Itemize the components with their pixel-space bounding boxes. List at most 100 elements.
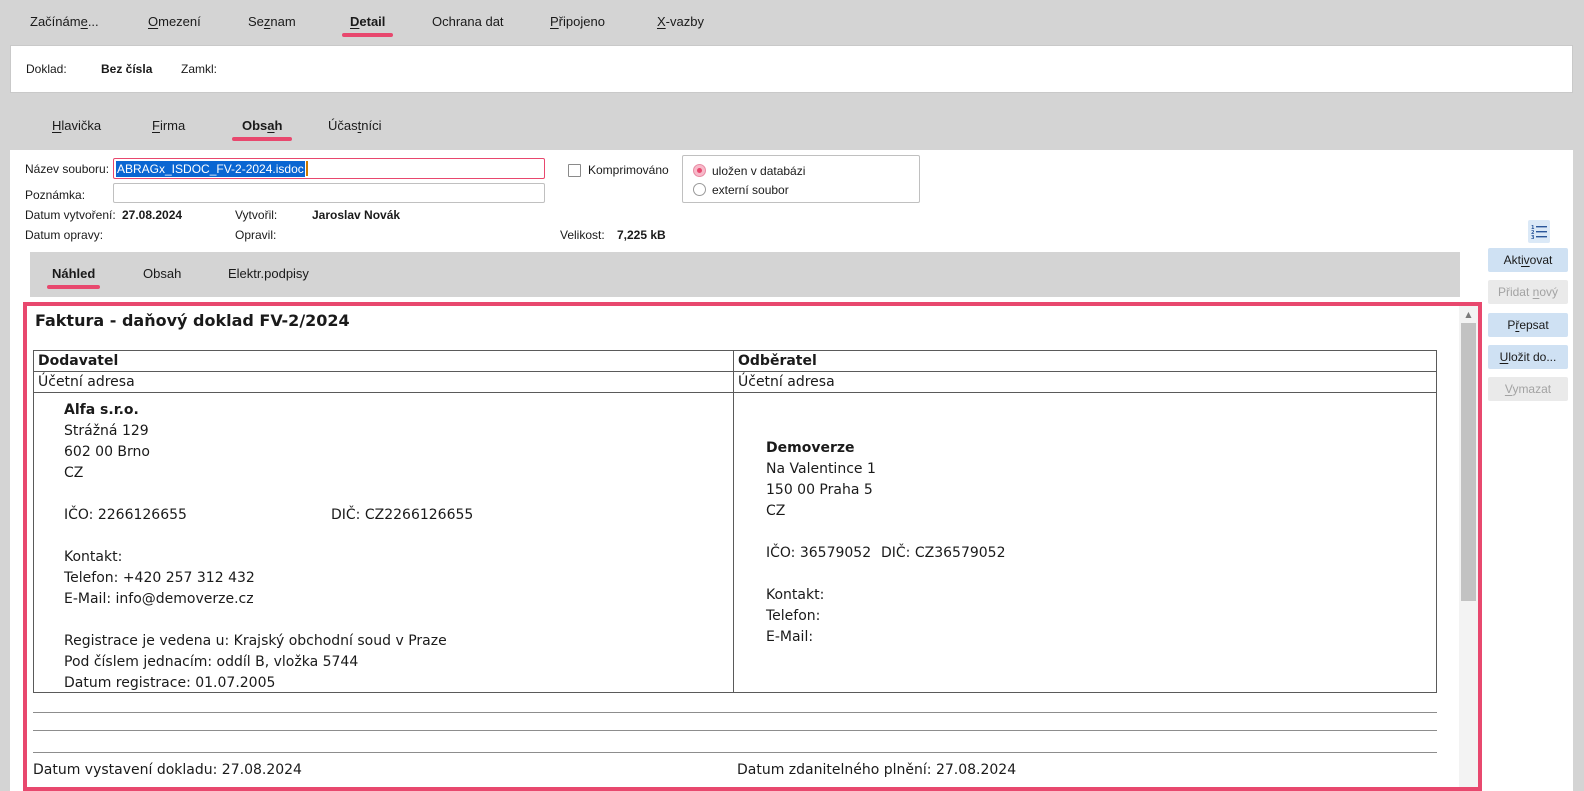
radio-database-icon[interactable] — [693, 164, 706, 177]
supplier-phone: Telefon: +420 257 312 432 — [64, 568, 729, 589]
menu-item-seznam[interactable]: Seznam — [248, 14, 296, 29]
supplier-name: Alfa s.r.o. — [64, 400, 729, 421]
radio-external-label: externí soubor — [712, 183, 789, 197]
created-by-value: Jaroslav Novák — [312, 208, 400, 222]
scroll-up-icon[interactable]: ▲ — [1459, 306, 1478, 323]
subtab-nahled[interactable]: Náhled — [52, 266, 95, 281]
doklad-label: Doklad: — [26, 62, 67, 76]
numbered-list-icon[interactable]: 1 2 3 — [1528, 220, 1550, 243]
customer-city: 150 00 Praha 5 — [766, 480, 1432, 501]
tab-obsah[interactable]: Obsah — [242, 118, 282, 133]
menu-label-mnemonic: X — [657, 14, 666, 29]
radio-option-database[interactable]: uložen v databázi — [693, 163, 805, 178]
menu-label: Ochrana dat — [432, 14, 504, 29]
tab-ucastnici[interactable]: Účastníci — [328, 118, 381, 133]
menu-item-pripojeno[interactable]: Připojeno — [550, 14, 605, 29]
prepsat-button[interactable]: Přepsat — [1488, 313, 1568, 337]
invoice-address-table: Dodavatel Odběratel Účetní adresa Účetní… — [33, 350, 1437, 693]
supplier-address-type: Účetní adresa — [34, 372, 734, 392]
customer-email: E-Mail: — [766, 627, 1432, 648]
customer-country: CZ — [766, 501, 1432, 522]
menu-label-mnemonic: O — [148, 14, 158, 29]
invoice-title: Faktura - daňový doklad FV-2/2024 — [35, 311, 350, 330]
zamkl-label: Zamkl: — [181, 62, 217, 76]
tab-label: lavička — [61, 118, 101, 133]
subtab-obsah[interactable]: Obsah — [143, 266, 181, 281]
button-label: ložit do... — [1508, 350, 1556, 364]
file-name-label: Název souboru: — [25, 162, 109, 176]
button-label: Akt — [1504, 253, 1521, 267]
tab-firma[interactable]: Firma — [152, 118, 185, 133]
preview-scrollbar[interactable]: ▲ — [1459, 306, 1478, 787]
supplier-email: E-Mail: info@demoverze.cz — [64, 589, 729, 610]
pridat-novy-button[interactable]: Přidat nový — [1488, 280, 1568, 304]
subtab-label: Elektr.podpisy — [228, 266, 309, 281]
separator-line — [33, 712, 1437, 713]
created-date-value: 27.08.2024 — [122, 208, 182, 222]
table-address-type-row: Účetní adresa Účetní adresa — [34, 372, 1436, 393]
button-label-mnemonic: U — [1500, 350, 1509, 364]
menu-item-detail[interactable]: Detail — [350, 14, 385, 29]
supplier-street: Strážná 129 — [64, 421, 729, 442]
aktivovat-button[interactable]: Aktivovat — [1488, 248, 1568, 272]
radio-external-icon[interactable] — [693, 183, 706, 196]
supplier-registration-number: Pod číslem jednacím: oddíl B, vložka 574… — [64, 652, 729, 673]
numbered-list-icon-glyph: 1 2 3 — [1531, 224, 1547, 240]
ulozit-do-button[interactable]: Uložit do... — [1488, 345, 1568, 369]
menu-label-mnemonic: D — [350, 14, 359, 29]
menu-label: mezení — [158, 14, 201, 29]
tab-label-mnemonic: a — [267, 118, 274, 133]
app-window: Začínáme... Omezení Seznam Detail Ochran… — [0, 0, 1584, 791]
menu-bar: Začínáme... Omezení Seznam Detail Ochran… — [0, 0, 1584, 44]
preview-tab-bar: Náhled Obsah Elektr.podpisy — [30, 252, 1460, 297]
radio-database-label: uložen v databázi — [712, 164, 805, 178]
file-name-input[interactable]: ABRAGx_ISDOC_FV-2-2024.isdoc — [113, 158, 545, 179]
button-label: ovat — [1530, 253, 1553, 267]
supplier-country: CZ — [64, 463, 729, 484]
radio-option-external[interactable]: externí soubor — [693, 182, 789, 197]
button-label: epsat — [1519, 318, 1548, 332]
menu-label-mnemonic: P — [550, 14, 559, 29]
customer-ico: IČO: 36579052 — [766, 543, 881, 564]
size-label: Velikost: — [560, 228, 605, 242]
svg-text:3: 3 — [1531, 235, 1535, 240]
customer-dic: DIČ: CZ36579052 — [881, 545, 1005, 561]
button-label-mnemonic: iv — [1521, 253, 1530, 267]
tab-label: irma — [160, 118, 185, 133]
menu-item-ochrana-dat[interactable]: Ochrana dat — [432, 14, 504, 29]
created-by-label: Vytvořil: — [235, 208, 277, 222]
table-header-row: Dodavatel Odběratel — [34, 351, 1436, 372]
menu-label: etail — [359, 14, 385, 29]
tab-hlavicka[interactable]: Hlavička — [52, 118, 101, 133]
subtab-elektr-podpisy[interactable]: Elektr.podpisy — [228, 266, 309, 281]
text-caret — [306, 161, 308, 176]
scrollbar-thumb[interactable] — [1461, 323, 1476, 601]
vymazat-button[interactable]: Vymazat — [1488, 377, 1568, 401]
doklad-value: Bez čísla — [101, 62, 152, 76]
tab-label-mnemonic: H — [52, 118, 61, 133]
subtab-label: Obsah — [143, 266, 181, 281]
customer-address-type: Účetní adresa — [734, 372, 1436, 392]
invoice-issue-date: Datum vystavení dokladu: 27.08.2024 — [33, 762, 302, 778]
note-input[interactable] — [113, 183, 545, 203]
menu-label: Začínám — [30, 14, 81, 29]
subtab-label: Náhled — [52, 266, 95, 281]
supplier-header: Dodavatel — [34, 351, 734, 371]
compressed-checkbox[interactable] — [568, 164, 581, 177]
separator-line — [33, 730, 1437, 731]
size-value: 7,225 kB — [617, 228, 666, 242]
file-name-selected-text: ABRAGx_ISDOC_FV-2-2024.isdoc — [116, 161, 305, 177]
document-bar: Doklad: Bez čísla Zamkl: — [10, 45, 1573, 93]
customer-address-block: Demoverze Na Valentince 1 150 00 Praha 5… — [734, 393, 1436, 692]
button-label: ový — [1539, 285, 1558, 299]
tab-label: Účas — [328, 118, 358, 133]
menu-label: řipojeno — [559, 14, 605, 29]
menu-item-zaciname[interactable]: Začínáme... — [30, 14, 99, 29]
menu-item-x-vazby[interactable]: X-vazby — [657, 14, 704, 29]
menu-item-omezeni[interactable]: Omezení — [148, 14, 201, 29]
customer-street: Na Valentince 1 — [766, 459, 1432, 480]
supplier-ico: IČO: 2266126655 — [64, 505, 331, 526]
customer-contact: Kontakt: — [766, 585, 1432, 606]
menu-label: nam — [270, 14, 295, 29]
detail-tab-bar: Hlavička Firma Obsah Účastníci — [10, 96, 1573, 150]
